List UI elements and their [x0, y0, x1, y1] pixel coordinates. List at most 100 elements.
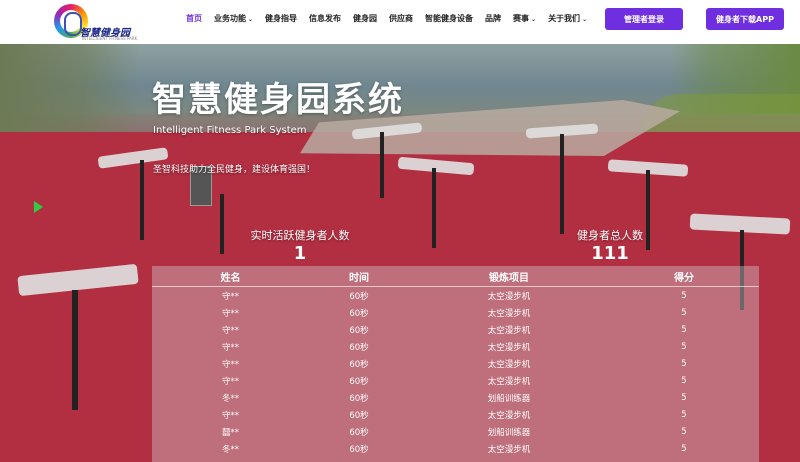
column-header-score: 得分	[674, 272, 694, 284]
nav-item[interactable]: 健身指导	[265, 13, 297, 24]
cell-score: 5	[681, 324, 687, 335]
cell-name: 冬**	[221, 393, 239, 404]
nav-item[interactable]: 信息发布	[309, 13, 341, 24]
main-nav: 首页 业务功能 ⌄ 健身指导 信息发布 健身园 供应商 智能健身设备 品牌 赛事 ⌄ 关于我们 ⌄	[186, 13, 599, 24]
cell-score: 5	[681, 358, 687, 369]
nav-item-label: 品牌	[485, 14, 502, 23]
table-row: 守** 60秒 太空漫步机 5	[152, 406, 759, 423]
cell-name: 囍**	[221, 427, 239, 438]
cell-name: 冬**	[221, 444, 239, 455]
nav-item[interactable]: 关于我们 ⌄	[548, 13, 587, 24]
cell-time: 60秒	[349, 410, 369, 421]
cell-score: 5	[681, 426, 687, 437]
nav-item-label: 智能健身设备	[425, 14, 474, 23]
equipment-pole	[560, 134, 564, 234]
hero-title: 智慧健身园系统	[152, 80, 404, 120]
equipment-pole	[380, 132, 384, 198]
column-header-exercise: 锻炼项目	[489, 272, 529, 284]
cell-score: 5	[681, 375, 687, 386]
cell-time: 60秒	[349, 444, 369, 455]
nav-item-label: 首页	[186, 14, 202, 23]
nav-item[interactable]: 赛事 ⌄	[513, 13, 536, 24]
total-users-value: 111	[591, 243, 629, 264]
equipment-pole	[220, 194, 224, 254]
cell-name: 守**	[221, 308, 239, 319]
nav-item-label: 赛事	[513, 14, 530, 23]
nav-item[interactable]: 品牌	[485, 13, 501, 24]
cell-score: 5	[681, 392, 687, 403]
nav-item[interactable]: 首页	[186, 13, 202, 24]
download-app-button[interactable]: 健身者下载APP	[706, 8, 784, 30]
table-header: 姓名 时间 锻炼项目 得分	[152, 266, 759, 287]
hero-subtitle: Intelligent Fitness Park System	[153, 125, 307, 136]
active-users-label: 实时活跃健身者人数	[250, 229, 350, 242]
cell-name: 守**	[221, 376, 239, 387]
table-row: 守** 60秒 太空漫步机 5	[152, 338, 759, 355]
nav-item[interactable]: 业务功能 ⌄	[214, 13, 253, 24]
cell-time: 60秒	[349, 359, 369, 370]
site-logo[interactable]: 智慧健身园 INTELLIGENT FITNESS PARK	[52, 2, 137, 42]
hero-slogan: 圣智科技助力全民健身，建设体育强国！	[153, 165, 316, 175]
table-body: 守** 60秒 太空漫步机 5 守** 60秒 太空漫步机 5 守** 60秒 太空漫步机 5 守** 6…	[152, 287, 759, 457]
cell-exercise: 太空漫步机	[487, 325, 531, 336]
equipment-pole	[432, 168, 436, 248]
cell-exercise: 太空漫步机	[487, 444, 531, 455]
cell-exercise: 太空漫步机	[487, 410, 531, 421]
nav-item-label: 关于我们	[548, 14, 581, 23]
cell-score: 5	[681, 307, 687, 318]
logo-subtext: INTELLIGENT FITNESS PARK	[82, 36, 138, 41]
cell-name: 守**	[221, 291, 239, 302]
total-users-label: 健身者总人数	[577, 229, 643, 242]
table-row: 冬** 60秒 划船训练器 5	[152, 389, 759, 406]
active-users-value: 1	[293, 243, 307, 264]
cell-name: 守**	[221, 359, 239, 370]
table-row: 守** 60秒 太空漫步机 5	[152, 304, 759, 321]
nav-item-label: 业务功能	[214, 14, 246, 23]
cell-time: 60秒	[349, 376, 369, 387]
nav-item-label: 信息发布	[309, 14, 342, 23]
nav-item[interactable]: 智能健身设备	[425, 13, 473, 24]
nav-item[interactable]: 健身园	[353, 13, 377, 24]
site-header: 智慧健身园 INTELLIGENT FITNESS PARK 首页 业务功能 ⌄ 健身…	[0, 0, 800, 44]
cell-time: 60秒	[349, 308, 369, 319]
nav-item-label: 供应商	[389, 14, 414, 23]
active-users-stat: 实时活跃健身者人数 1	[250, 227, 350, 264]
cell-exercise: 划船训练器	[487, 427, 531, 438]
equipment-pole	[140, 160, 144, 240]
table-row: 冬** 60秒 太空漫步机 5	[152, 440, 759, 457]
admin-login-button[interactable]: 管理者登录	[605, 8, 683, 30]
table-row: 守** 60秒 太空漫步机 5	[152, 372, 759, 389]
cell-exercise: 太空漫步机	[487, 291, 531, 302]
nav-item[interactable]: 供应商	[389, 13, 413, 24]
cell-exercise: 划船训练器	[487, 393, 531, 404]
cell-time: 60秒	[349, 427, 369, 438]
cell-exercise: 太空漫步机	[487, 359, 531, 370]
cell-time: 60秒	[349, 342, 369, 353]
table-row: 守** 60秒 太空漫步机 5	[152, 287, 759, 304]
cell-exercise: 太空漫步机	[487, 376, 531, 387]
cell-name: 守**	[221, 325, 239, 336]
leaderboard-table: 姓名 时间 锻炼项目 得分 守** 60秒 太空漫步机 5 守** 60秒 太空漫步机 5 守*…	[152, 266, 759, 462]
cell-name: 守**	[221, 342, 239, 353]
cell-score: 5	[681, 290, 687, 301]
nav-item-label: 健身指导	[265, 14, 298, 23]
chevron-down-icon: ⌄	[582, 16, 588, 23]
cell-score: 5	[681, 341, 687, 352]
green-arrow-icon	[34, 201, 43, 213]
cell-score: 5	[681, 443, 687, 454]
total-users-stat: 健身者总人数 111	[560, 227, 660, 264]
equipment-pole	[72, 290, 78, 410]
table-row: 守** 60秒 太空漫步机 5	[152, 355, 759, 372]
nav-item-label: 健身园	[353, 14, 378, 23]
cell-time: 60秒	[349, 393, 369, 404]
cell-exercise: 太空漫步机	[487, 308, 531, 319]
cell-score: 5	[681, 409, 687, 420]
table-row: 囍** 60秒 划船训练器 5	[152, 423, 759, 440]
cell-time: 60秒	[349, 325, 369, 336]
cell-exercise: 太空漫步机	[487, 342, 531, 353]
hero-banner: 智慧健身园系统 Intelligent Fitness Park System …	[0, 44, 800, 462]
chevron-down-icon: ⌄	[531, 16, 537, 23]
column-header-time: 时间	[349, 272, 369, 284]
column-header-name: 姓名	[220, 272, 241, 284]
logo-fingerprint-core	[64, 12, 82, 36]
